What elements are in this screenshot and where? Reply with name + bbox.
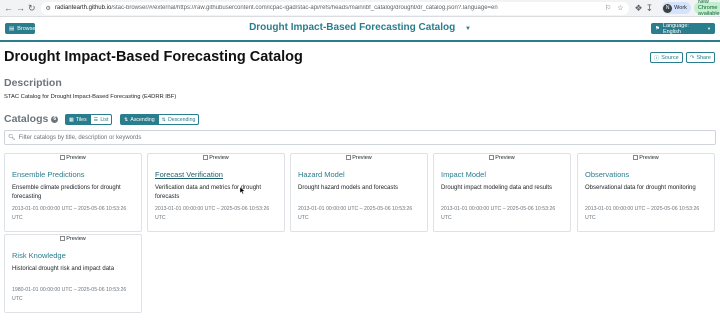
catalog-title-link[interactable]: Risk Knowledge xyxy=(12,251,66,260)
translate-icon[interactable]: ⚐ xyxy=(605,4,611,12)
preview-image: Preview xyxy=(148,154,284,163)
chevron-down-icon: ▼ xyxy=(464,26,471,32)
catalog-description: Drought impact modeling data and results xyxy=(441,185,553,191)
catalog-temporal-extent: 2013-01-01 00:00:00 UTC – 2025-05-06 10:… xyxy=(155,206,270,221)
broken-image-icon xyxy=(203,155,209,160)
bookmark-star-icon[interactable]: ☆ xyxy=(617,4,623,12)
page-title: Drought Impact-Based Forecasting Catalog xyxy=(4,49,303,65)
preview-alt: Preview xyxy=(639,155,659,161)
list-view-button[interactable]: ☰ List xyxy=(89,114,113,125)
tiles-view-button[interactable]: ▦ Tiles xyxy=(65,114,91,125)
sort-descending-button[interactable]: ⇅ Descending xyxy=(157,114,200,125)
share-label: Share xyxy=(696,54,711,61)
broken-image-icon xyxy=(489,155,495,160)
preview-alt: Preview xyxy=(352,155,372,161)
info-icon: ⓘ xyxy=(653,55,660,62)
preview-alt: Preview xyxy=(66,155,86,161)
broken-image-icon xyxy=(60,236,66,241)
chevron-down-icon: ▼ xyxy=(707,26,711,31)
language-label: Language: English xyxy=(662,22,689,35)
preview-image: Preview xyxy=(578,154,714,163)
catalog-description: Observational data for drought monitorin… xyxy=(585,185,696,191)
catalog-temporal-extent: 2013-01-01 00:00:00 UTC – 2025-05-06 10:… xyxy=(298,206,413,221)
preview-image: Preview xyxy=(434,154,570,163)
catalogs-heading-text: Catalogs xyxy=(4,113,49,125)
preview-image: Preview xyxy=(291,154,427,163)
browser-toolbar: ← → ↻ ⚙ radiantearth.github.io /stac-bro… xyxy=(0,0,720,17)
filter-placeholder: Filter catalogs by title, description or… xyxy=(18,134,142,141)
sort-descending-label: Descending xyxy=(167,116,196,123)
catalog-temporal-extent: 2013-01-01 00:00:00 UTC – 2025-05-06 10:… xyxy=(585,206,700,221)
sort-descending-icon: ⇅ xyxy=(161,116,166,123)
reload-icon[interactable]: ↻ xyxy=(28,3,36,14)
language-button[interactable]: ⚑ Language: English ▼ xyxy=(651,22,715,35)
catalog-card[interactable]: Preview Impact Model Drought impact mode… xyxy=(433,153,571,232)
tiles-label: Tiles xyxy=(75,116,87,123)
catalog-title-link[interactable]: Forecast Verification xyxy=(155,170,223,179)
sort-ascending-icon: ⇅ xyxy=(124,116,129,123)
sort-toggle: ⇅ Ascending ⇅ Descending xyxy=(120,114,200,125)
preview-alt: Preview xyxy=(66,236,86,242)
grid-icon: ▦ xyxy=(69,116,74,123)
catalog-card[interactable]: Preview Risk Knowledge Historical drough… xyxy=(4,234,142,313)
address-bar[interactable]: ⚙ radiantearth.github.io /stac-browser/#… xyxy=(40,1,629,15)
broken-image-icon xyxy=(346,155,352,160)
back-icon[interactable]: ← xyxy=(4,3,13,14)
site-info-icon[interactable]: ⚙ xyxy=(46,5,51,12)
sort-ascending-label: Ascending xyxy=(130,116,155,123)
catalog-title-link[interactable]: Impact Model xyxy=(441,170,486,179)
broken-image-icon xyxy=(633,155,639,160)
catalog-title-link[interactable]: Hazard Model xyxy=(298,170,345,179)
header-actions: ⓘ Source ↷ Share xyxy=(649,52,715,63)
description-heading: Description xyxy=(4,77,62,89)
profile-label: Work xyxy=(674,5,687,11)
catalog-card[interactable]: Preview Observations Observational data … xyxy=(577,153,715,232)
catalog-description: Drought hazard models and forecasts xyxy=(298,185,399,191)
catalog-title-link[interactable]: Observations xyxy=(585,170,629,179)
share-icon: ↷ xyxy=(689,54,695,61)
catalog-title-link[interactable]: Ensemble Predictions xyxy=(12,170,85,179)
catalog-description: Verification data and metrics for drough… xyxy=(155,185,262,200)
url-host: radiantearth.github.io xyxy=(54,5,112,11)
share-button[interactable]: ↷ Share xyxy=(685,52,715,63)
catalog-card[interactable]: Preview Hazard Model Drought hazard mode… xyxy=(290,153,428,232)
view-toggle: ▦ Tiles ☰ List xyxy=(65,114,113,125)
catalog-card[interactable]: Preview Forecast Verification Verificati… xyxy=(147,153,285,232)
catalog-temporal-extent: 1980-01-01 00:00:00 UTC – 2025-05-06 10:… xyxy=(12,287,127,302)
preview-alt: Preview xyxy=(209,155,229,161)
avatar: N xyxy=(663,3,673,13)
downloads-icon[interactable]: ↧ xyxy=(646,3,654,14)
catalog-description: Ensemble climate predictions for drought… xyxy=(12,185,121,200)
profile-button[interactable]: N Work xyxy=(662,2,691,14)
flag-icon: ⚑ xyxy=(655,25,660,32)
mouse-cursor-icon xyxy=(240,187,246,194)
search-icon: 🔍︎ xyxy=(8,135,16,141)
update-chrome-button[interactable]: New Chrome available xyxy=(693,0,720,17)
broken-image-icon xyxy=(60,155,66,160)
catalog-filter-input[interactable]: 🔍︎ Filter catalogs by title, description… xyxy=(4,130,716,145)
catalog-temporal-extent: 2013-01-01 00:00:00 UTC – 2025-05-06 10:… xyxy=(12,206,127,221)
extensions-icon[interactable]: ❖ xyxy=(635,3,643,14)
preview-alt: Preview xyxy=(495,155,515,161)
navbar-title-text: Drought Impact-Based Forecasting Catalog xyxy=(249,22,456,33)
catalog-description: Historical drought risk and impact data xyxy=(12,266,115,272)
navbar-title[interactable]: Drought Impact-Based Forecasting Catalog… xyxy=(0,22,720,33)
list-label: List xyxy=(100,116,109,123)
url-path: /stac-browser/#/external/https://raw.git… xyxy=(111,5,498,11)
preview-image: Preview xyxy=(5,235,141,244)
source-button[interactable]: ⓘ Source xyxy=(649,52,683,63)
catalog-card[interactable]: Preview Ensemble Predictions Ensemble cl… xyxy=(4,153,142,232)
catalogs-heading: Catalogs 6 xyxy=(4,113,59,125)
catalog-temporal-extent: 2013-01-01 00:00:00 UTC – 2025-05-06 10:… xyxy=(441,206,556,221)
app-navbar: ▤ Browse Drought Impact-Based Forecastin… xyxy=(0,17,720,42)
source-label: Source xyxy=(661,54,679,61)
description-text: STAC Catalog for Drought Impact-Based Fo… xyxy=(4,94,177,100)
forward-icon[interactable]: → xyxy=(16,3,25,14)
list-icon: ☰ xyxy=(93,116,99,123)
sort-ascending-button[interactable]: ⇅ Ascending xyxy=(120,114,159,125)
preview-image: Preview xyxy=(5,154,141,163)
catalogs-count-badge: 6 xyxy=(51,115,59,123)
